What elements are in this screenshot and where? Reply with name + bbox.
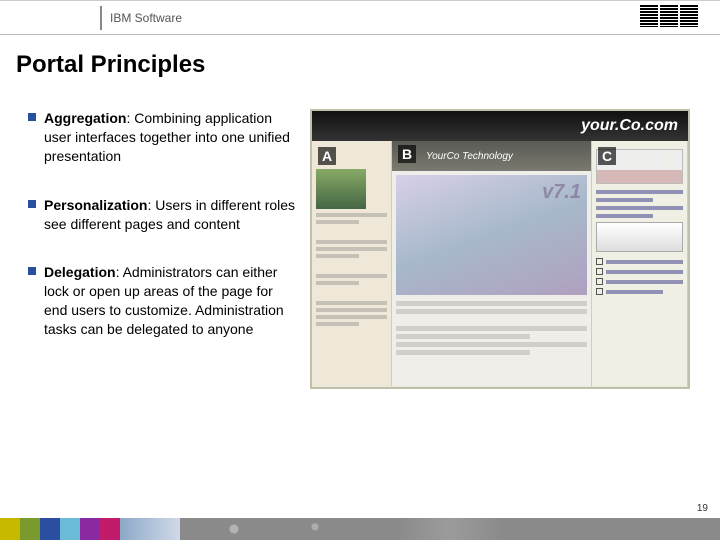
slide-footer [0,518,720,540]
region-label-c: C [598,147,616,165]
bullet-text: Personalization: Users in different role… [44,196,300,234]
bullet-text: Aggregation: Combining application user … [44,109,300,166]
slide-header: IBM Software [0,0,720,34]
mock-hero-header: YourCo Technology [392,141,591,171]
region-label-b: B [398,145,416,163]
footer-stripe [40,518,60,540]
mock-col-c: C [592,141,688,386]
mock-brand-text: your.Co.com [581,117,678,135]
footer-stripe [80,518,100,540]
footer-stripe [120,518,180,540]
region-label-a: A [318,147,336,165]
footer-texture [180,518,720,540]
footer-stripe [20,518,40,540]
mock-col-b: YourCo Technology B [392,141,592,386]
mock-hero-image [396,175,587,295]
footer-stripe [0,518,20,540]
mock-body: A YourCo Technology B [312,141,688,386]
ibm-logo-icon [640,5,700,29]
mock-thumbnail [316,169,366,209]
bullet-text: Delegation: Administrators can either lo… [44,263,300,339]
mock-checkbox-row [596,268,683,275]
slide-title: Portal Principles [0,35,720,79]
mock-checkbox-row [596,278,683,285]
bullet-item: Personalization: Users in different role… [28,196,300,234]
mock-col-a: A [312,141,392,386]
bullet-item: Delegation: Administrators can either lo… [28,263,300,339]
mock-panel [596,222,683,252]
slide-content: Aggregation: Combining application user … [0,79,720,389]
mock-checkbox-row [596,288,683,295]
header-divider [100,6,102,30]
mock-hero-brand: YourCo Technology [426,151,513,162]
bullet-square-icon [28,200,36,208]
page-number: 19 [697,503,708,514]
bullet-item: Aggregation: Combining application user … [28,109,300,166]
footer-stripe [100,518,120,540]
bullet-square-icon [28,267,36,275]
mock-checkbox-row [596,258,683,265]
header-label: IBM Software [110,11,182,25]
mock-brand-bar: your.Co.com [312,111,688,141]
bullet-list: Aggregation: Combining application user … [0,109,300,389]
footer-stripe [60,518,80,540]
bullet-square-icon [28,113,36,121]
portal-mock-image: your.Co.com A YourCo Technology B [310,109,690,389]
